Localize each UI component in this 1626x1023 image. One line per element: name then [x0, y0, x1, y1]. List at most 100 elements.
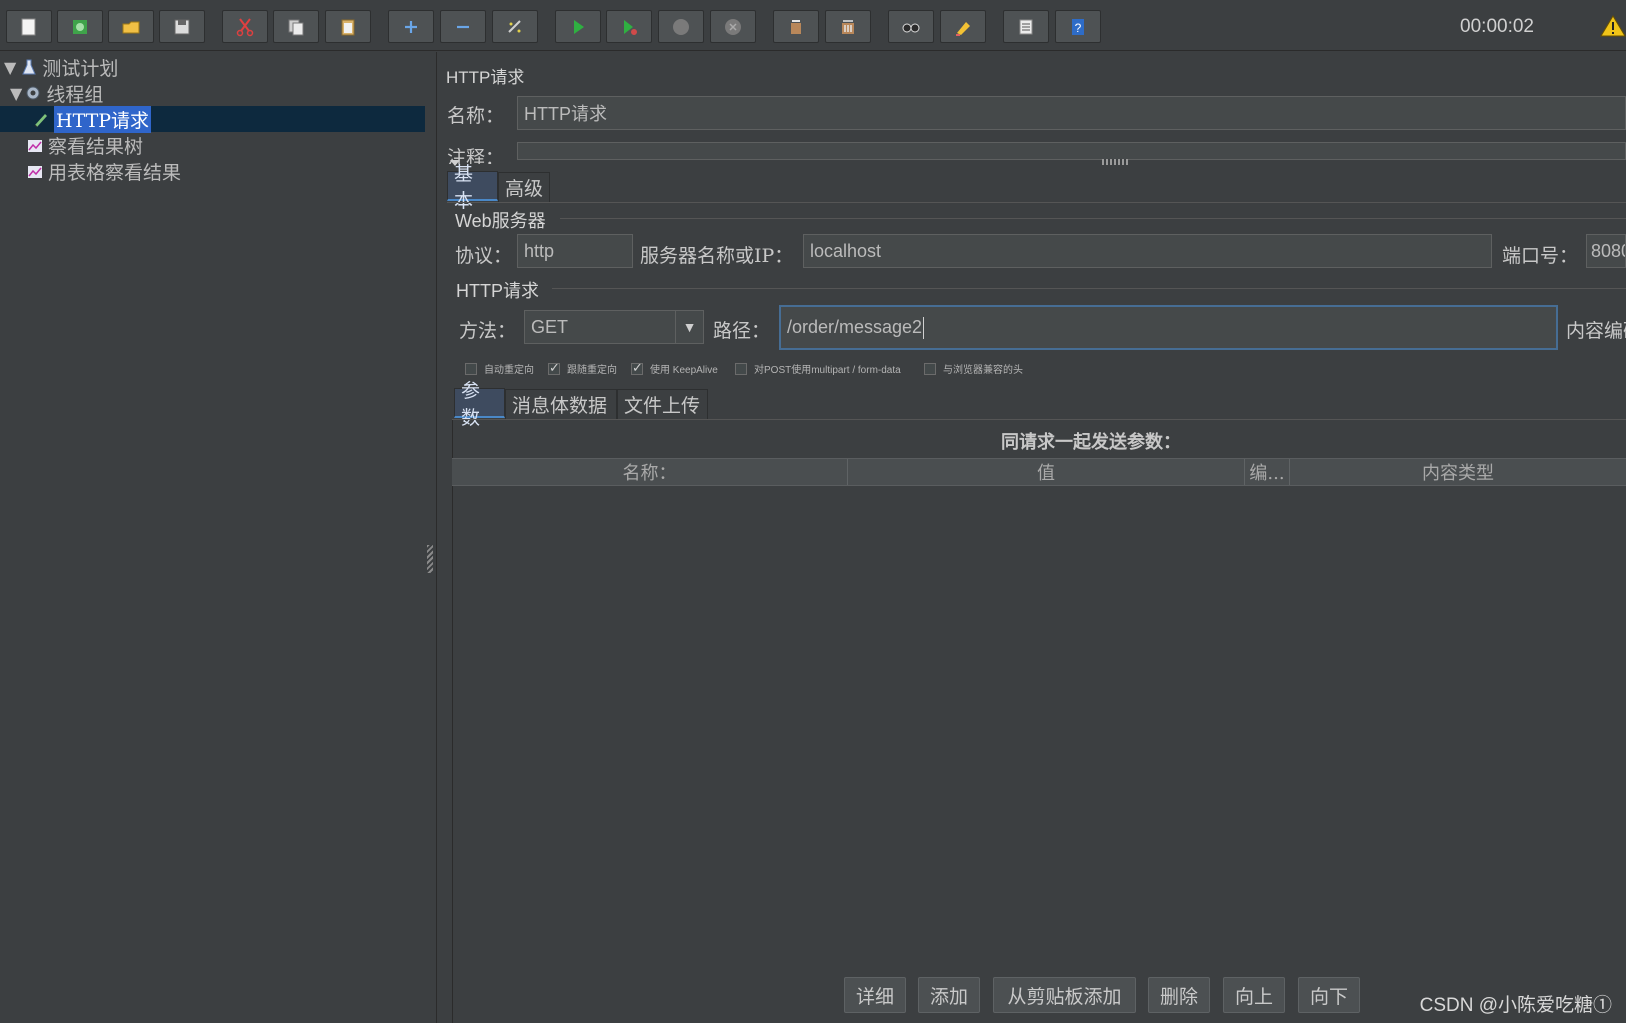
open-icon[interactable] — [108, 10, 154, 43]
checkbox-label: 自动重定向 — [484, 365, 534, 376]
path-label: 路径： — [713, 320, 771, 342]
follow-redirect-checkbox[interactable]: 跟随重定向 — [548, 360, 617, 376]
clear-all-icon[interactable] — [825, 10, 871, 43]
panel-splitter[interactable] — [425, 52, 437, 1023]
tree-item-label: 察看结果树 — [48, 135, 144, 158]
tab-divider — [447, 202, 1626, 203]
checkbox-label: 使用 KeepAlive — [650, 365, 718, 376]
move-down-button[interactable]: 向下 — [1298, 977, 1360, 1013]
paste-icon[interactable] — [325, 10, 371, 43]
params-table-header: 名称： 值 编... 内容类型 — [452, 458, 1626, 486]
column-name[interactable]: 名称： — [452, 459, 848, 485]
toggle-icon[interactable] — [492, 10, 538, 43]
shutdown-icon[interactable] — [710, 10, 756, 43]
multipart-checkbox[interactable]: 对POST使用multipart / form-data — [735, 361, 901, 376]
expand-icon[interactable] — [388, 10, 434, 43]
protocol-input[interactable]: http — [517, 234, 633, 268]
encoding-label: 内容编码： — [1566, 320, 1626, 342]
tab-file-upload[interactable]: 文件上传 — [617, 389, 708, 419]
stop-icon[interactable] — [658, 10, 704, 43]
checkbox-box[interactable] — [735, 362, 747, 375]
copy-icon[interactable] — [273, 10, 319, 43]
graph-icon — [28, 166, 42, 178]
tree-item-thread-group[interactable]: ▼ 线程组 — [10, 80, 103, 106]
help-icon[interactable]: ? — [1055, 10, 1101, 43]
move-up-button[interactable]: 向上 — [1223, 977, 1285, 1013]
tree-item-label: 线程组 — [46, 83, 104, 106]
checkbox-box[interactable] — [631, 360, 643, 376]
checkbox-box[interactable] — [924, 362, 936, 375]
protocol-label: 协议： — [455, 245, 513, 267]
server-label: 服务器名称或IP： — [640, 245, 794, 267]
column-encode[interactable]: 编... — [1245, 459, 1290, 485]
tree-item-view-results-table[interactable]: 用表格察看结果 — [26, 158, 181, 184]
tab-body-data[interactable]: 消息体数据 — [505, 389, 617, 419]
name-label: 名称： — [447, 105, 505, 127]
resize-grip-icon[interactable] — [1102, 159, 1128, 165]
path-value: /order/message2 — [787, 317, 923, 337]
tree-item-label: 测试计划 — [42, 57, 119, 80]
column-value[interactable]: 值 — [848, 459, 1245, 485]
server-input[interactable]: localhost — [803, 234, 1492, 268]
group-divider — [552, 288, 1626, 289]
tab-advanced[interactable]: 高级 — [498, 172, 550, 202]
splitter-grip-icon[interactable] — [427, 545, 433, 573]
add-button[interactable]: 添加 — [918, 977, 980, 1013]
port-label: 端口号： — [1502, 245, 1579, 267]
tab-basic[interactable]: 基本 — [447, 163, 498, 212]
auto-redirect-checkbox[interactable]: 自动重定向 — [465, 361, 534, 376]
pencil-icon — [34, 114, 47, 128]
search-icon[interactable] — [888, 10, 934, 43]
function-helper-icon[interactable] — [1003, 10, 1049, 43]
beaker-icon — [22, 59, 37, 75]
watermark: CSDN @小陈爱吃糖① — [1419, 995, 1612, 1016]
new-icon[interactable] — [6, 10, 52, 43]
save-icon[interactable] — [159, 10, 205, 43]
elapsed-timer: 00:00:02 — [1460, 16, 1534, 37]
expand-arrow-icon[interactable]: ▼ — [4, 58, 16, 77]
tree-item-test-plan[interactable]: ▼ 测试计划 — [4, 54, 118, 80]
svg-text:?: ? — [1075, 21, 1082, 35]
warning-icon[interactable] — [1600, 14, 1626, 38]
cut-icon[interactable] — [222, 10, 268, 43]
path-input[interactable]: /order/message2 — [779, 305, 1558, 350]
gear-icon — [26, 86, 40, 100]
test-plan-tree: ▼ 测试计划 ▼ 线程组 HTTP请求 察看结果树 用表格察看结果 — [0, 52, 426, 1023]
toolbar: ? 00:00:02 — [0, 0, 1626, 51]
chevron-down-icon[interactable]: ▼ — [675, 311, 703, 343]
method-label: 方法： — [459, 320, 517, 342]
text-caret — [923, 316, 925, 339]
checkbox-box[interactable] — [548, 360, 560, 376]
delete-button[interactable]: 删除 — [1148, 977, 1210, 1013]
comment-input[interactable] — [517, 142, 1626, 160]
http-request-title: HTTP请求 — [456, 281, 539, 301]
reset-search-icon[interactable] — [940, 10, 986, 43]
start-icon[interactable] — [555, 10, 601, 43]
panel-title: HTTP请求 — [446, 68, 525, 87]
column-content-type[interactable]: 内容类型 — [1290, 459, 1626, 485]
templates-icon[interactable] — [57, 10, 103, 43]
clear-icon[interactable] — [773, 10, 819, 43]
params-caption: 同请求一起发送参数： — [1001, 432, 1181, 453]
port-input[interactable]: 8080 — [1586, 234, 1626, 268]
start-no-pause-icon[interactable] — [606, 10, 652, 43]
parameters-area — [452, 420, 1626, 1023]
checkbox-label: 跟随重定向 — [567, 365, 617, 376]
checkbox-label: 与浏览器兼容的头 — [943, 365, 1023, 376]
keepalive-checkbox[interactable]: 使用 KeepAlive — [631, 360, 718, 376]
graph-icon — [28, 140, 42, 152]
tab-parameters[interactable]: 参数 — [454, 380, 505, 429]
tree-item-view-results-tree[interactable]: 察看结果树 — [26, 132, 143, 158]
tree-item-http-request[interactable]: HTTP请求 — [32, 105, 152, 133]
collapse-icon[interactable] — [440, 10, 486, 43]
checkbox-label: 对POST使用multipart / form-data — [754, 365, 901, 376]
browser-headers-checkbox[interactable]: 与浏览器兼容的头 — [924, 361, 1023, 376]
detail-button[interactable]: 详细 — [844, 977, 906, 1013]
web-server-title: Web服务器 — [455, 211, 546, 231]
method-select[interactable]: GET ▼ — [524, 310, 704, 344]
name-input[interactable]: HTTP请求 — [517, 96, 1626, 130]
checkbox-box[interactable] — [465, 362, 477, 375]
tree-item-label: 用表格察看结果 — [48, 161, 182, 184]
add-from-clipboard-button[interactable]: 从剪贴板添加 — [993, 977, 1136, 1013]
expand-arrow-icon[interactable]: ▼ — [10, 84, 22, 103]
